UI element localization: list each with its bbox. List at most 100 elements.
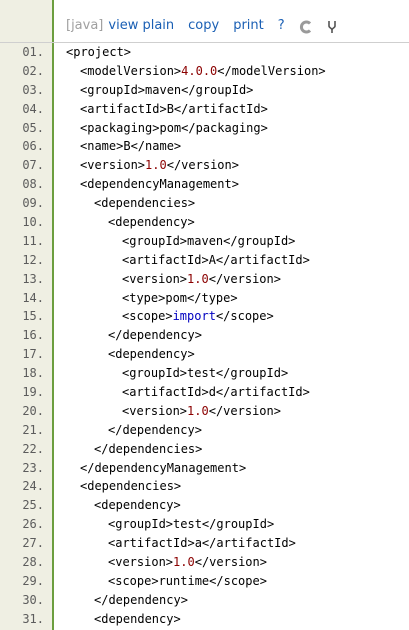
xml-markup: </modelVersion> — [217, 63, 326, 78]
code-line: 18. <groupId>test</groupId> — [0, 364, 409, 383]
line-number: 20. — [22, 403, 44, 418]
line-number: 04. — [22, 101, 44, 116]
code-line: 20. <version>1.0</version> — [0, 402, 409, 421]
line-number: 11. — [22, 233, 44, 248]
code-text: <groupId>maven</groupId> — [54, 81, 253, 100]
print-link[interactable]: print — [233, 14, 264, 38]
xml-markup: <scope> — [122, 309, 173, 324]
code-text: <packaging>pom</packaging> — [54, 119, 268, 138]
line-number: 21. — [22, 422, 44, 437]
code-line: 27. <artifactId>a</artifactId> — [0, 534, 409, 553]
code-text: </dependency> — [54, 591, 188, 610]
code-line: 22. </dependencies> — [0, 440, 409, 459]
code-text: <artifactId>a</artifactId> — [54, 534, 296, 553]
number-literal: 1.0 — [173, 555, 195, 570]
code-line: 13. <version>1.0</version> — [0, 270, 409, 289]
code-line: 25. <dependency> — [0, 496, 409, 515]
xml-markup: <version> — [108, 555, 174, 570]
code-line: 24. <dependencies> — [0, 477, 409, 496]
line-number: 24. — [22, 479, 44, 494]
code-block: 01. <project> 02. <modelVersion>4.0.0</mode… — [0, 42, 409, 629]
xml-markup: <scope>runtime</scope> — [108, 573, 267, 588]
xml-markup: <dependencies> — [80, 479, 182, 494]
line-number: 09. — [22, 196, 44, 211]
code-line: 06. <name>B</name> — [0, 137, 409, 156]
line-number: 18. — [22, 366, 44, 381]
help-link[interactable]: ? — [278, 14, 285, 38]
code-text: <dependencies> — [54, 477, 181, 496]
code-text: <version>1.0</version> — [54, 270, 281, 289]
line-number: 06. — [22, 139, 44, 154]
code-line: 26. <groupId>test</groupId> — [0, 515, 409, 534]
xml-markup: <artifactId>a</artifactId> — [108, 536, 296, 551]
xml-markup: </dependency> — [108, 422, 202, 437]
code-line: 01. <project> — [0, 43, 409, 62]
xml-markup: <project> — [66, 45, 132, 59]
number-literal: 1.0 — [187, 403, 209, 418]
xml-markup: <artifactId>A</artifactId> — [122, 252, 310, 267]
xml-markup: </dependencyManagement> — [80, 460, 247, 475]
xml-markup: </version> — [166, 158, 239, 173]
line-number: 01. — [22, 45, 44, 59]
code-text: <version>1.0</version> — [54, 402, 281, 421]
line-number: 16. — [22, 328, 44, 343]
view-plain-link[interactable]: view plain — [108, 14, 174, 38]
line-number: 19. — [22, 385, 44, 400]
line-number: 17. — [22, 347, 44, 362]
code-text: <groupId>test</groupId> — [54, 364, 288, 383]
code-text: <dependency> — [54, 496, 181, 515]
xml-markup: <packaging>pom</packaging> — [80, 120, 268, 135]
code-line: 11. <groupId>maven</groupId> — [0, 232, 409, 251]
fork-icon[interactable] — [325, 19, 339, 33]
xml-markup: <type>pom</type> — [122, 290, 238, 305]
line-number: 27. — [22, 536, 44, 551]
code-line: 16. </dependency> — [0, 326, 409, 345]
code-line: 04. <artifactId>B</artifactId> — [0, 100, 409, 119]
code-text: <groupId>test</groupId> — [54, 515, 274, 534]
xml-markup: <dependency> — [108, 215, 195, 230]
language-label: [java] — [66, 18, 104, 33]
code-text: <groupId>maven</groupId> — [54, 232, 295, 251]
line-number: 02. — [22, 63, 44, 78]
code-line: 17. <dependency> — [0, 345, 409, 364]
code-line: 03. <groupId>maven</groupId> — [0, 81, 409, 100]
copy-link[interactable]: copy — [188, 14, 219, 38]
xml-markup: </version> — [208, 271, 281, 286]
code-line: 02. <modelVersion>4.0.0</modelVersion> — [0, 62, 409, 81]
code-text: <artifactId>d</artifactId> — [54, 383, 310, 402]
keyword: import — [172, 309, 216, 324]
xml-markup: <modelVersion> — [80, 63, 182, 78]
code-text: <dependencyManagement> — [54, 175, 239, 194]
line-number: 31. — [22, 611, 44, 626]
xml-markup: <dependency> — [108, 347, 195, 362]
line-number: 15. — [22, 309, 44, 324]
code-text: <dependencies> — [54, 194, 195, 213]
line-number: 07. — [22, 158, 44, 173]
xml-markup: <dependency> — [94, 611, 181, 626]
code-text: <version>1.0</version> — [54, 156, 239, 175]
xml-markup: <version> — [80, 158, 146, 173]
line-number: 12. — [22, 252, 44, 267]
line-number: 30. — [22, 592, 44, 607]
code-text: <scope>import</scope> — [54, 307, 274, 326]
line-number: 13. — [22, 271, 44, 286]
code-line: 12. <artifactId>A</artifactId> — [0, 251, 409, 270]
xml-markup: <groupId>maven</groupId> — [122, 233, 296, 248]
line-number: 08. — [22, 177, 44, 192]
xml-markup: </dependency> — [94, 592, 188, 607]
copy-to-clipboard-icon[interactable] — [299, 19, 313, 34]
code-text: <modelVersion>4.0.0</modelVersion> — [54, 62, 326, 81]
code-line: 14. <type>pom</type> — [0, 289, 409, 308]
xml-markup: <version> — [122, 403, 188, 418]
code-line: 05. <packaging>pom</packaging> — [0, 119, 409, 138]
line-number: 03. — [22, 82, 44, 97]
code-line: 07. <version>1.0</version> — [0, 156, 409, 175]
xml-markup: <artifactId>B</artifactId> — [80, 101, 268, 116]
code-line: 29. <scope>runtime</scope> — [0, 572, 409, 591]
line-number: 23. — [22, 460, 44, 475]
code-toolbar: [java] view plain copy print ? — [56, 14, 409, 38]
line-number: 14. — [22, 290, 44, 305]
xml-markup: </dependency> — [108, 328, 202, 343]
code-line: 09. <dependencies> — [0, 194, 409, 213]
xml-markup: <version> — [122, 271, 188, 286]
